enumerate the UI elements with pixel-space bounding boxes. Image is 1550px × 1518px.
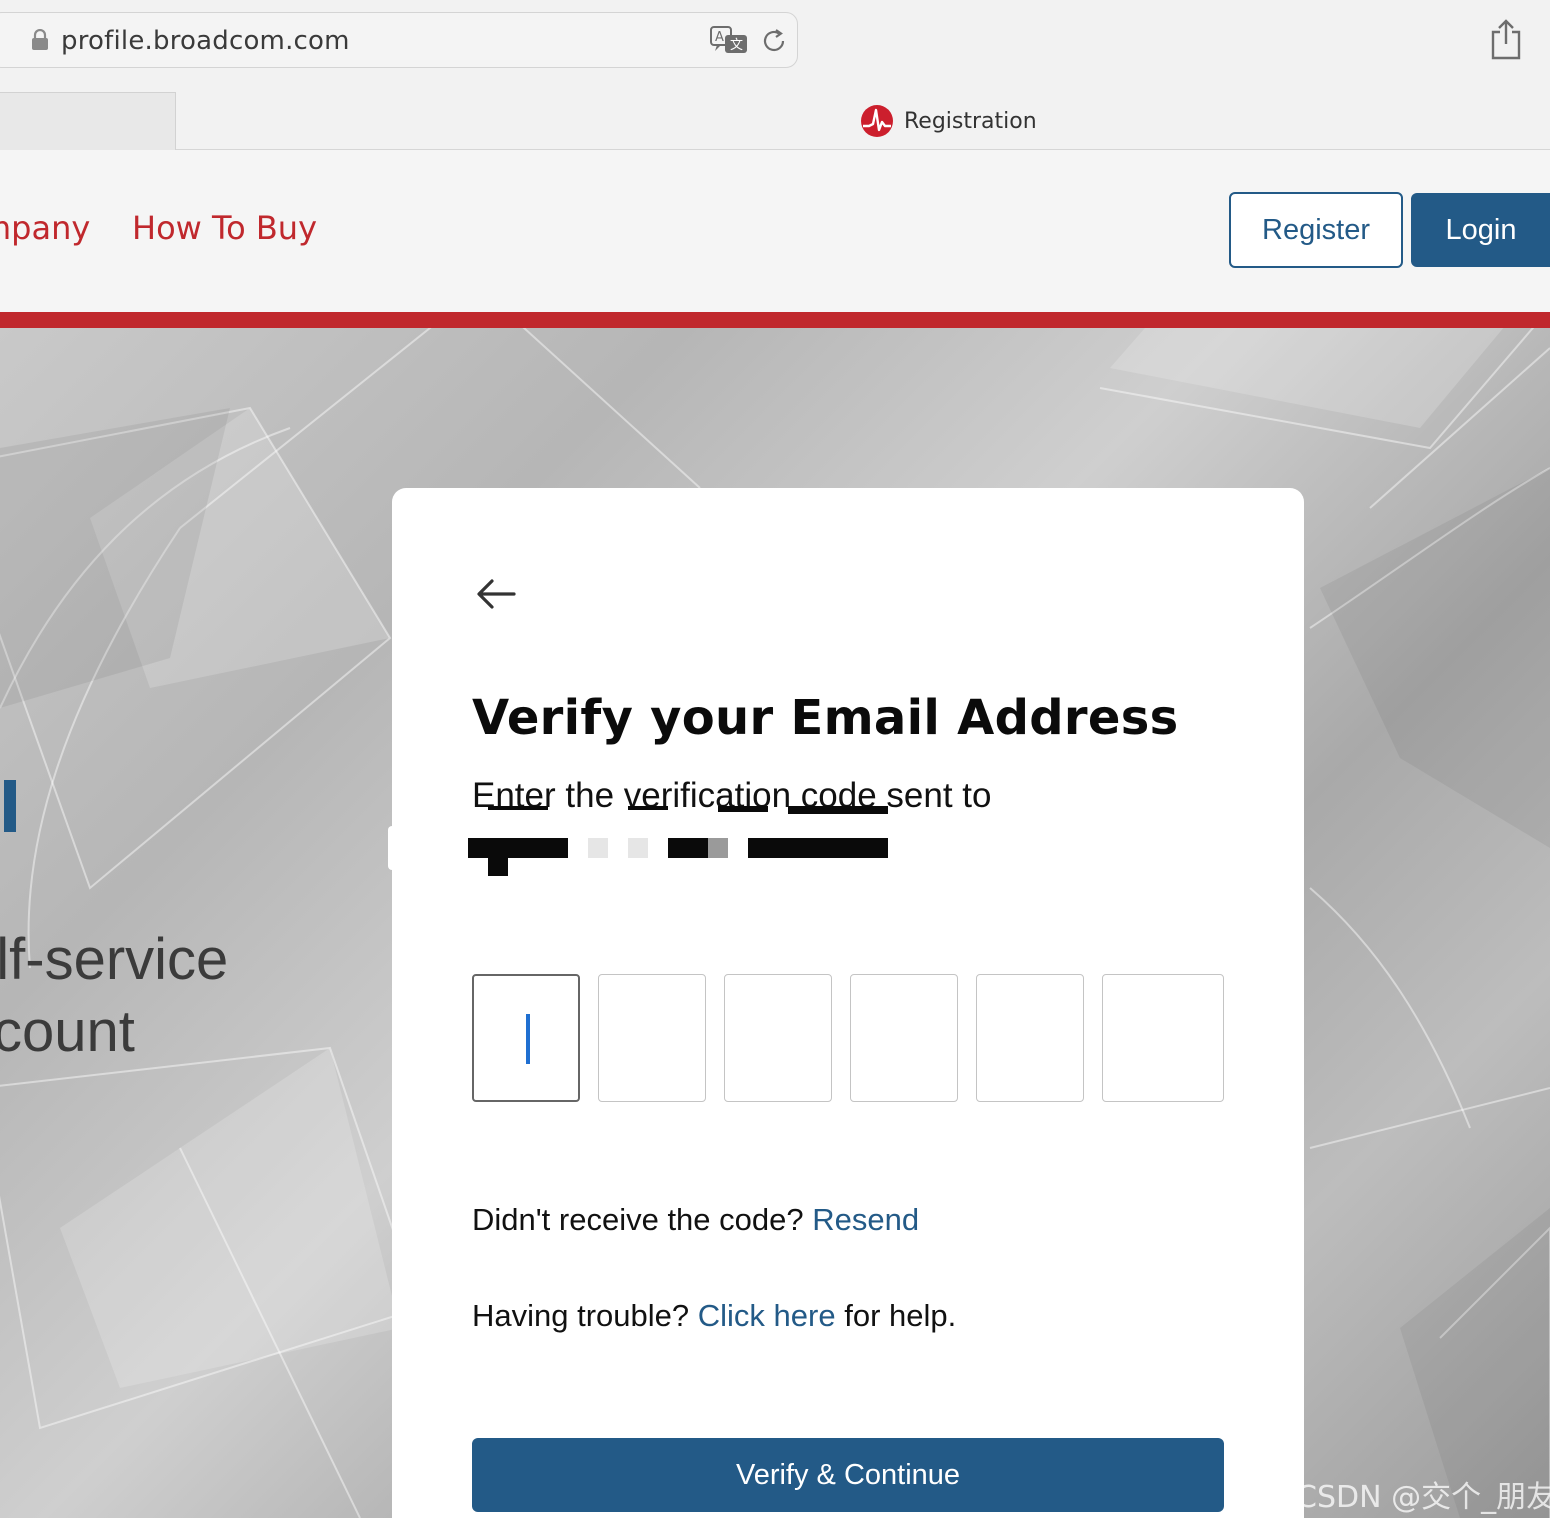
browser-toolbar: profile.broadcom.com A 文 Registration: [0, 0, 1550, 150]
svg-text:文: 文: [730, 38, 743, 53]
login-button[interactable]: Login: [1411, 193, 1550, 267]
translate-icon[interactable]: A 文: [709, 25, 749, 57]
hero-line-2: ccount: [0, 999, 135, 1064]
resend-prompt: Didn't receive the code?: [472, 1202, 804, 1237]
text-caret: [526, 1014, 530, 1064]
page-title: Verify your Email Address: [472, 690, 1179, 746]
code-digit-2[interactable]: [598, 974, 706, 1102]
tab-title: Registration: [904, 108, 1037, 134]
lock-icon: [32, 29, 48, 50]
svg-text:A: A: [715, 30, 724, 45]
code-digit-3[interactable]: [724, 974, 832, 1102]
site-header: mpany How To Buy Register Login: [0, 150, 1550, 312]
broadcom-logo-icon: [861, 105, 893, 137]
back-arrow-icon[interactable]: [472, 576, 520, 612]
hero-accent-bar: [4, 780, 16, 832]
share-icon[interactable]: [1488, 18, 1524, 60]
redacted-email: [468, 806, 888, 876]
code-digit-1[interactable]: [472, 974, 580, 1102]
nav-how-to-buy[interactable]: How To Buy: [132, 209, 317, 247]
register-button[interactable]: Register: [1229, 192, 1403, 268]
help-link[interactable]: Click here: [698, 1298, 836, 1333]
verify-card: Verify your Email Address Enter the veri…: [392, 488, 1304, 1518]
tab-active[interactable]: Registration: [860, 104, 1037, 138]
hero-line-1: elf-service: [0, 927, 229, 992]
nav-company[interactable]: mpany: [0, 209, 90, 247]
address-bar[interactable]: profile.broadcom.com A 文: [0, 12, 798, 68]
hero-heading: elf-service ccount: [0, 924, 228, 1068]
help-suffix: for help.: [844, 1298, 957, 1333]
help-row: Having trouble? Click here for help.: [472, 1298, 956, 1334]
resend-link[interactable]: Resend: [812, 1202, 919, 1237]
url-text: profile.broadcom.com: [61, 26, 350, 56]
reload-icon[interactable]: [761, 27, 789, 55]
watermark: CSDN @交个_朋友: [1296, 1480, 1550, 1515]
tab-inactive[interactable]: [0, 92, 176, 150]
help-prompt: Having trouble?: [472, 1298, 690, 1333]
code-digit-6[interactable]: [1102, 974, 1224, 1102]
resend-row: Didn't receive the code? Resend: [472, 1202, 919, 1238]
code-input-group: [472, 974, 1224, 1102]
code-digit-5[interactable]: [976, 974, 1084, 1102]
header-divider: [0, 312, 1550, 328]
verify-continue-button[interactable]: Verify & Continue: [472, 1438, 1224, 1512]
code-digit-4[interactable]: [850, 974, 958, 1102]
